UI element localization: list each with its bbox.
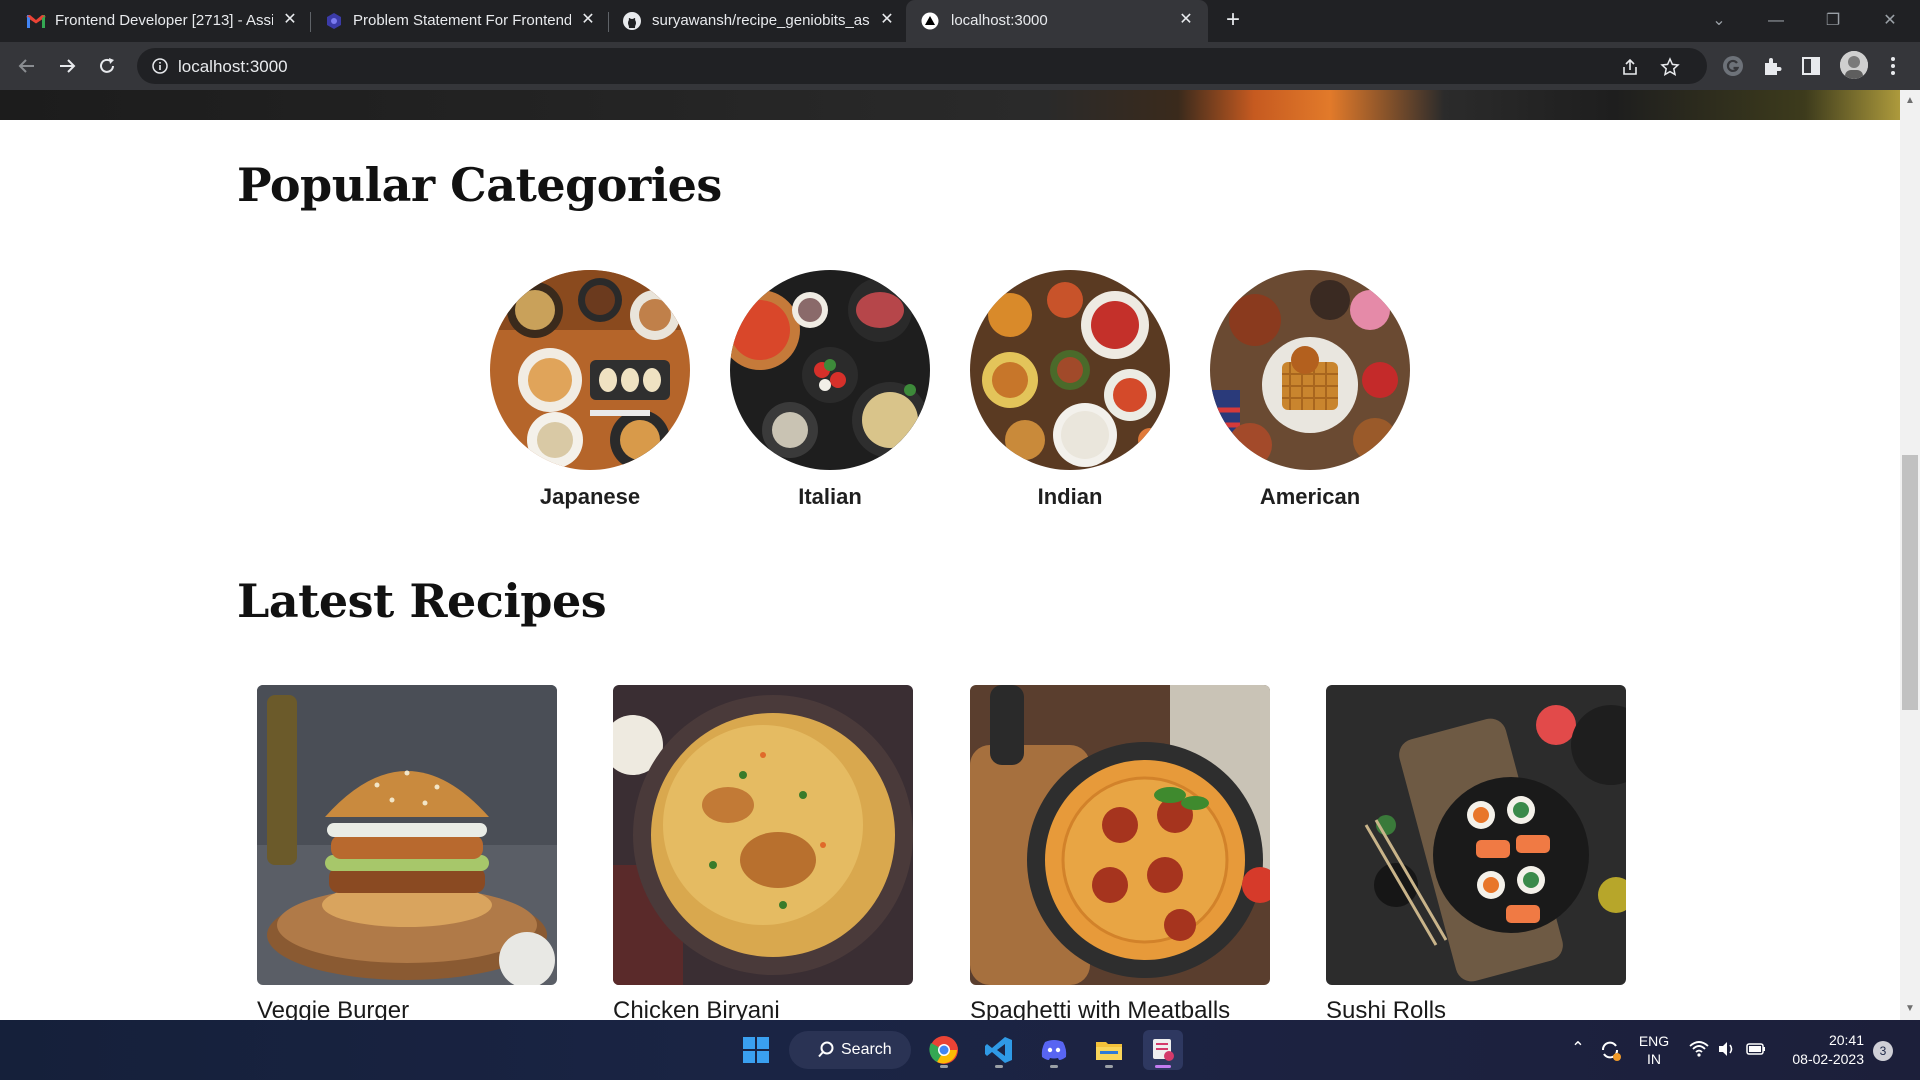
category-image-american[interactable] bbox=[1210, 270, 1410, 470]
category-image-japanese[interactable] bbox=[490, 270, 690, 470]
recipe-name[interactable]: Spaghetti with Meatballs bbox=[970, 997, 1230, 1020]
recipe-image-spaghetti-meatballs[interactable] bbox=[970, 685, 1270, 985]
tab-title: localhost:3000 bbox=[951, 12, 1048, 29]
page-scrollbar-thumb[interactable] bbox=[1902, 455, 1918, 710]
recipe-image-sushi-rolls[interactable] bbox=[1326, 685, 1626, 985]
show-hidden-icons-chevron-icon[interactable]: ⌃ bbox=[1568, 1038, 1588, 1058]
back-button[interactable] bbox=[13, 52, 41, 80]
share-icon[interactable] bbox=[1620, 57, 1640, 77]
tab-search-chevron-icon[interactable]: ⌄ bbox=[1706, 8, 1732, 34]
latest-recipes-heading: Latest Recipes bbox=[237, 574, 607, 628]
taskbar-search-label: Search bbox=[841, 1041, 892, 1058]
extensions-puzzle-icon[interactable] bbox=[1761, 55, 1783, 77]
running-indicator bbox=[1105, 1065, 1113, 1068]
running-indicator bbox=[995, 1065, 1003, 1068]
recipe-name[interactable]: Sushi Rolls bbox=[1326, 997, 1446, 1020]
recipe-card[interactable]: Veggie Burger bbox=[257, 685, 557, 1020]
category-american[interactable]: American bbox=[1210, 270, 1410, 510]
running-indicator bbox=[1050, 1065, 1058, 1068]
recipe-image-chicken-biryani[interactable] bbox=[613, 685, 913, 985]
notification-badge[interactable]: 3 bbox=[1873, 1041, 1893, 1061]
language-code: ENG bbox=[1638, 1033, 1670, 1049]
window-close-button[interactable]: ✕ bbox=[1877, 8, 1903, 34]
restore-button[interactable]: ❐ bbox=[1820, 8, 1846, 34]
forward-arrow-icon bbox=[60, 59, 76, 73]
snipping-tool-app-icon[interactable] bbox=[1143, 1030, 1183, 1070]
hero-image-bottom-edge bbox=[0, 90, 1900, 120]
taskbar-search-button[interactable]: Search bbox=[789, 1031, 911, 1069]
reload-button[interactable] bbox=[93, 52, 121, 80]
category-label[interactable]: American bbox=[1210, 484, 1410, 510]
browser-tab-strip: Frontend Developer [2713] - Assi ✕ Probl… bbox=[0, 0, 1920, 42]
recipe-card[interactable]: Spaghetti with Meatballs bbox=[970, 685, 1270, 1020]
side-panel-icon[interactable] bbox=[1800, 55, 1822, 77]
bookmark-star-icon[interactable] bbox=[1660, 57, 1680, 77]
site-info-icon[interactable] bbox=[151, 57, 169, 75]
reload-icon bbox=[100, 58, 114, 73]
tab-title: suryawansh/recipe_geniobits_ass bbox=[652, 12, 870, 29]
clock[interactable]: 20:41 08-02-2023 bbox=[1778, 1031, 1864, 1069]
running-indicator bbox=[940, 1065, 948, 1068]
recipe-card[interactable]: Chicken Biryani bbox=[613, 685, 913, 1020]
browser-tab-gmail[interactable]: Frontend Developer [2713] - Assi ✕ bbox=[0, 0, 300, 42]
scroll-down-arrow-icon[interactable]: ▼ bbox=[1903, 1002, 1917, 1016]
minimize-button[interactable]: — bbox=[1763, 8, 1789, 34]
scroll-up-arrow-icon[interactable]: ▲ bbox=[1903, 94, 1917, 108]
tab-title: Problem Statement For Frontend bbox=[353, 12, 571, 29]
windows-start-icon[interactable] bbox=[736, 1030, 776, 1070]
close-icon[interactable]: ✕ bbox=[578, 10, 598, 30]
address-bar[interactable]: localhost:3000 bbox=[137, 48, 1707, 84]
new-tab-button[interactable]: + bbox=[1220, 8, 1246, 34]
more-menu-icon[interactable] bbox=[1882, 55, 1904, 77]
system-tray: ⌃ ENG IN 20:41 08-02-2023 3 bbox=[1568, 1020, 1920, 1080]
category-italian[interactable]: Italian bbox=[730, 270, 930, 510]
category-image-indian[interactable] bbox=[970, 270, 1170, 470]
url-text[interactable]: localhost:3000 bbox=[178, 57, 288, 77]
category-label[interactable]: Italian bbox=[730, 484, 930, 510]
popular-categories-heading: Popular Categories bbox=[237, 158, 722, 212]
recipe-name[interactable]: Chicken Biryani bbox=[613, 997, 780, 1020]
profile-avatar[interactable] bbox=[1840, 51, 1868, 79]
recipe-image-veggie-burger[interactable] bbox=[257, 685, 557, 985]
gmail-icon bbox=[26, 12, 46, 30]
app-icon bbox=[324, 12, 344, 30]
category-indian[interactable]: Indian bbox=[970, 270, 1170, 510]
chrome-app-icon[interactable] bbox=[924, 1030, 964, 1070]
recipe-name[interactable]: Veggie Burger bbox=[257, 997, 409, 1020]
wifi-icon[interactable] bbox=[1689, 1040, 1709, 1058]
close-icon[interactable]: ✕ bbox=[280, 10, 300, 30]
grammarly-extension-icon[interactable] bbox=[1722, 55, 1744, 77]
search-icon bbox=[818, 1041, 834, 1058]
category-label[interactable]: Japanese bbox=[490, 484, 690, 510]
volume-icon[interactable] bbox=[1717, 1040, 1735, 1058]
category-image-italian[interactable] bbox=[730, 270, 930, 470]
battery-icon[interactable] bbox=[1746, 1042, 1766, 1056]
page-viewport: Popular Categories Japanese Italian Indi… bbox=[0, 90, 1900, 1020]
active-indicator bbox=[1155, 1065, 1171, 1068]
clock-date: 08-02-2023 bbox=[1792, 1051, 1864, 1067]
region-code: IN bbox=[1647, 1051, 1661, 1067]
browser-toolbar: localhost:3000 bbox=[0, 42, 1920, 90]
forward-button[interactable] bbox=[53, 52, 81, 80]
github-icon bbox=[622, 12, 642, 30]
language-indicator[interactable]: ENG IN bbox=[1634, 1032, 1674, 1068]
sync-icon[interactable] bbox=[1598, 1038, 1622, 1062]
browser-tab-github[interactable]: suryawansh/recipe_geniobits_ass ✕ bbox=[600, 0, 905, 42]
browser-tab-localhost[interactable]: localhost:3000 ✕ bbox=[906, 0, 1208, 42]
back-arrow-icon bbox=[18, 59, 34, 73]
category-japanese[interactable]: Japanese bbox=[490, 270, 690, 510]
recipe-card[interactable]: Sushi Rolls bbox=[1326, 685, 1626, 1020]
clock-time: 20:41 bbox=[1828, 1032, 1864, 1048]
close-icon[interactable]: ✕ bbox=[1176, 10, 1196, 30]
vscode-app-icon[interactable] bbox=[979, 1030, 1019, 1070]
close-icon[interactable]: ✕ bbox=[877, 10, 897, 30]
discord-app-icon[interactable] bbox=[1034, 1030, 1074, 1070]
nextjs-icon bbox=[920, 12, 940, 30]
category-label[interactable]: Indian bbox=[970, 484, 1170, 510]
tab-title: Frontend Developer [2713] - Assi bbox=[55, 12, 273, 29]
browser-tab-problem-statement[interactable]: Problem Statement For Frontend ✕ bbox=[300, 0, 600, 42]
file-explorer-app-icon[interactable] bbox=[1089, 1030, 1129, 1070]
